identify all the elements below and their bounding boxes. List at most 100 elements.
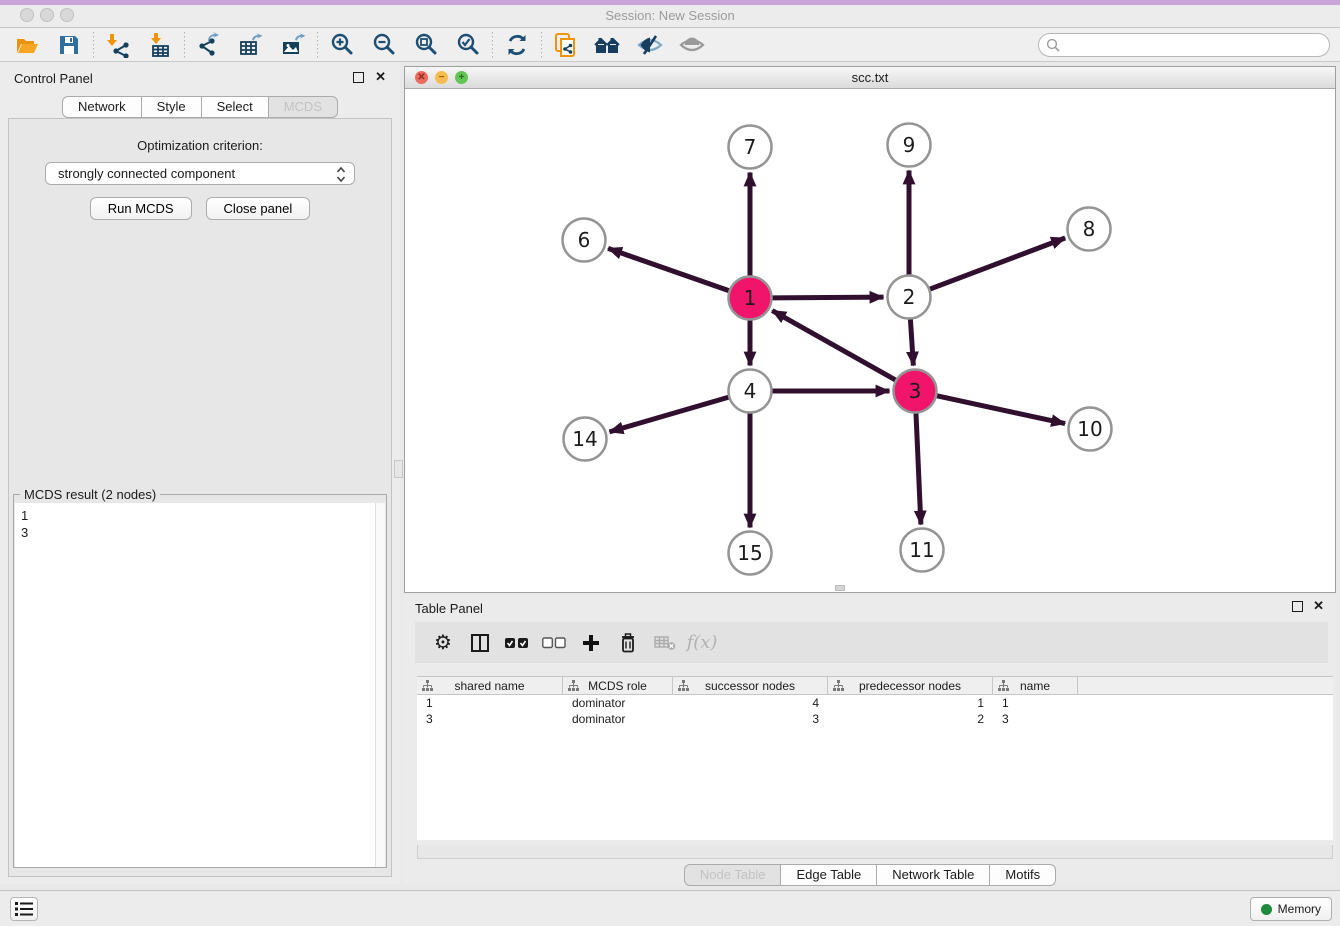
table-settings-icon[interactable]: ⚙	[429, 629, 457, 657]
tab-mcds[interactable]: MCDS	[269, 96, 338, 118]
result-line: 3	[21, 524, 376, 541]
column-header-name[interactable]: name	[993, 677, 1078, 694]
column-header-shared-name[interactable]: shared name	[417, 677, 563, 694]
home-icon[interactable]	[587, 30, 629, 60]
network-graph[interactable]: 7 9 6 8 1 2 4 3 14 10 15 11	[405, 89, 1335, 592]
node-6[interactable]: 6	[563, 219, 606, 262]
show-columns-icon[interactable]	[466, 629, 494, 657]
network-zoom-button[interactable]: +	[455, 71, 468, 84]
node-15[interactable]: 15	[729, 532, 772, 575]
search-field[interactable]	[1038, 33, 1330, 57]
float-panel-icon[interactable]	[353, 72, 364, 83]
edge-3-10[interactable]	[937, 396, 1065, 424]
show-graphics-details-icon[interactable]	[671, 30, 713, 60]
select-all-icon[interactable]	[503, 629, 531, 657]
search-input[interactable]	[1065, 35, 1320, 55]
network-window-titlebar[interactable]: ✕ − + scc.txt	[405, 67, 1335, 89]
hide-graphics-details-icon[interactable]	[629, 30, 671, 60]
edge-1-6[interactable]	[608, 248, 729, 290]
table-cell: 3	[993, 711, 1078, 727]
window-zoom-button[interactable]	[60, 8, 74, 22]
node-9[interactable]: 9	[888, 124, 931, 167]
canvas-scrollbar-handle[interactable]	[835, 585, 845, 591]
zoom-out-icon[interactable]	[363, 30, 405, 60]
edge-2-8[interactable]	[930, 238, 1065, 289]
table-panel-title: Table Panel	[415, 601, 483, 616]
zoom-in-icon[interactable]	[321, 30, 363, 60]
node-10[interactable]: 10	[1069, 408, 1112, 451]
close-panel-icon[interactable]: ✕	[375, 69, 386, 85]
edge-3-11[interactable]	[916, 413, 921, 524]
edge-1-2[interactable]	[772, 297, 883, 298]
node-3[interactable]: 3	[894, 370, 937, 413]
tab-select[interactable]: Select	[202, 96, 269, 118]
edge-3-1[interactable]	[772, 311, 895, 380]
float-table-panel-icon[interactable]	[1292, 601, 1303, 612]
node-8[interactable]: 8	[1068, 208, 1111, 251]
memory-button[interactable]: Memory	[1250, 897, 1332, 921]
network-minimize-button[interactable]: −	[435, 71, 448, 84]
control-panel: Control Panel ✕ Network Style Select MCD…	[0, 62, 400, 884]
column-header-predecessor-nodes[interactable]: predecessor nodes	[828, 677, 993, 694]
table-scrollbar-track[interactable]	[417, 845, 1333, 859]
edge-4-14[interactable]	[609, 397, 728, 432]
table-row[interactable]: 1dominator411	[417, 695, 1333, 711]
dropdown-value: strongly connected component	[58, 166, 235, 181]
run-mcds-button[interactable]: Run MCDS	[90, 197, 192, 220]
table-toolbar: ⚙	[415, 622, 1328, 663]
network-canvas[interactable]: 7 9 6 8 1 2 4 3 14 10 15 11	[405, 89, 1335, 592]
export-table-icon[interactable]	[230, 30, 272, 60]
tab-network-table[interactable]: Network Table	[877, 864, 990, 886]
tab-motifs[interactable]: Motifs	[990, 864, 1056, 886]
control-panel-header: Control Panel ✕	[0, 62, 400, 92]
close-panel-button[interactable]: Close panel	[206, 197, 311, 220]
node-7[interactable]: 7	[729, 126, 772, 169]
task-history-button[interactable]	[10, 897, 38, 921]
tab-network[interactable]: Network	[62, 96, 142, 118]
open-in-browser-icon[interactable]	[545, 30, 587, 60]
function-builder-icon: f(x)	[688, 629, 716, 657]
toolbar-separator	[93, 32, 94, 58]
table-cell: dominator	[563, 695, 673, 711]
tab-style[interactable]: Style	[142, 96, 202, 118]
node-4[interactable]: 4	[729, 370, 772, 413]
svg-text:10: 10	[1077, 417, 1102, 441]
window-minimize-button[interactable]	[40, 8, 54, 22]
column-header-successor-nodes[interactable]: successor nodes	[673, 677, 828, 694]
node-1[interactable]: 1	[729, 277, 772, 320]
window-titlebar: Session: New Session	[0, 5, 1340, 28]
optimization-criterion-dropdown[interactable]: strongly connected component	[45, 162, 355, 185]
zoom-selected-icon[interactable]	[447, 30, 489, 60]
deselect-all-icon[interactable]	[540, 629, 568, 657]
window-close-button[interactable]	[20, 8, 34, 22]
table-tabs: Node Table Edge Table Network Table Moti…	[404, 864, 1336, 886]
node-14[interactable]: 14	[564, 418, 607, 461]
network-view-window: ✕ − + scc.txt 7 9 6 8 1 2 4 3 14 10 15 11	[404, 66, 1336, 593]
zoom-fit-icon[interactable]	[405, 30, 447, 60]
node-table[interactable]: shared nameMCDS rolesuccessor nodesprede…	[417, 676, 1333, 840]
mcds-result-list[interactable]: 13	[15, 503, 376, 867]
edge-2-3[interactable]	[910, 319, 913, 365]
tab-node-table[interactable]: Node Table	[684, 864, 782, 886]
save-session-icon[interactable]	[48, 30, 90, 60]
splitter-handle[interactable]	[394, 460, 403, 478]
node-11[interactable]: 11	[901, 529, 944, 572]
close-table-panel-icon[interactable]: ✕	[1313, 598, 1324, 614]
network-close-button[interactable]: ✕	[415, 71, 428, 84]
column-header-MCDS-role[interactable]: MCDS role	[563, 677, 673, 694]
search-icon	[1046, 38, 1061, 53]
open-session-icon[interactable]	[6, 30, 48, 60]
import-table-icon[interactable]	[139, 30, 181, 60]
chevron-up-down-icon	[336, 166, 346, 183]
refresh-icon[interactable]	[496, 30, 538, 60]
table-row[interactable]: 3dominator323	[417, 711, 1333, 727]
tab-edge-table[interactable]: Edge Table	[781, 864, 877, 886]
create-column-icon[interactable]	[577, 629, 605, 657]
export-image-icon[interactable]	[272, 30, 314, 60]
network-window-title: scc.txt	[405, 70, 1335, 85]
export-network-icon[interactable]	[188, 30, 230, 60]
import-network-icon[interactable]	[97, 30, 139, 60]
result-scrollbar[interactable]	[375, 503, 385, 867]
node-2[interactable]: 2	[888, 276, 931, 319]
delete-column-icon[interactable]	[614, 629, 642, 657]
